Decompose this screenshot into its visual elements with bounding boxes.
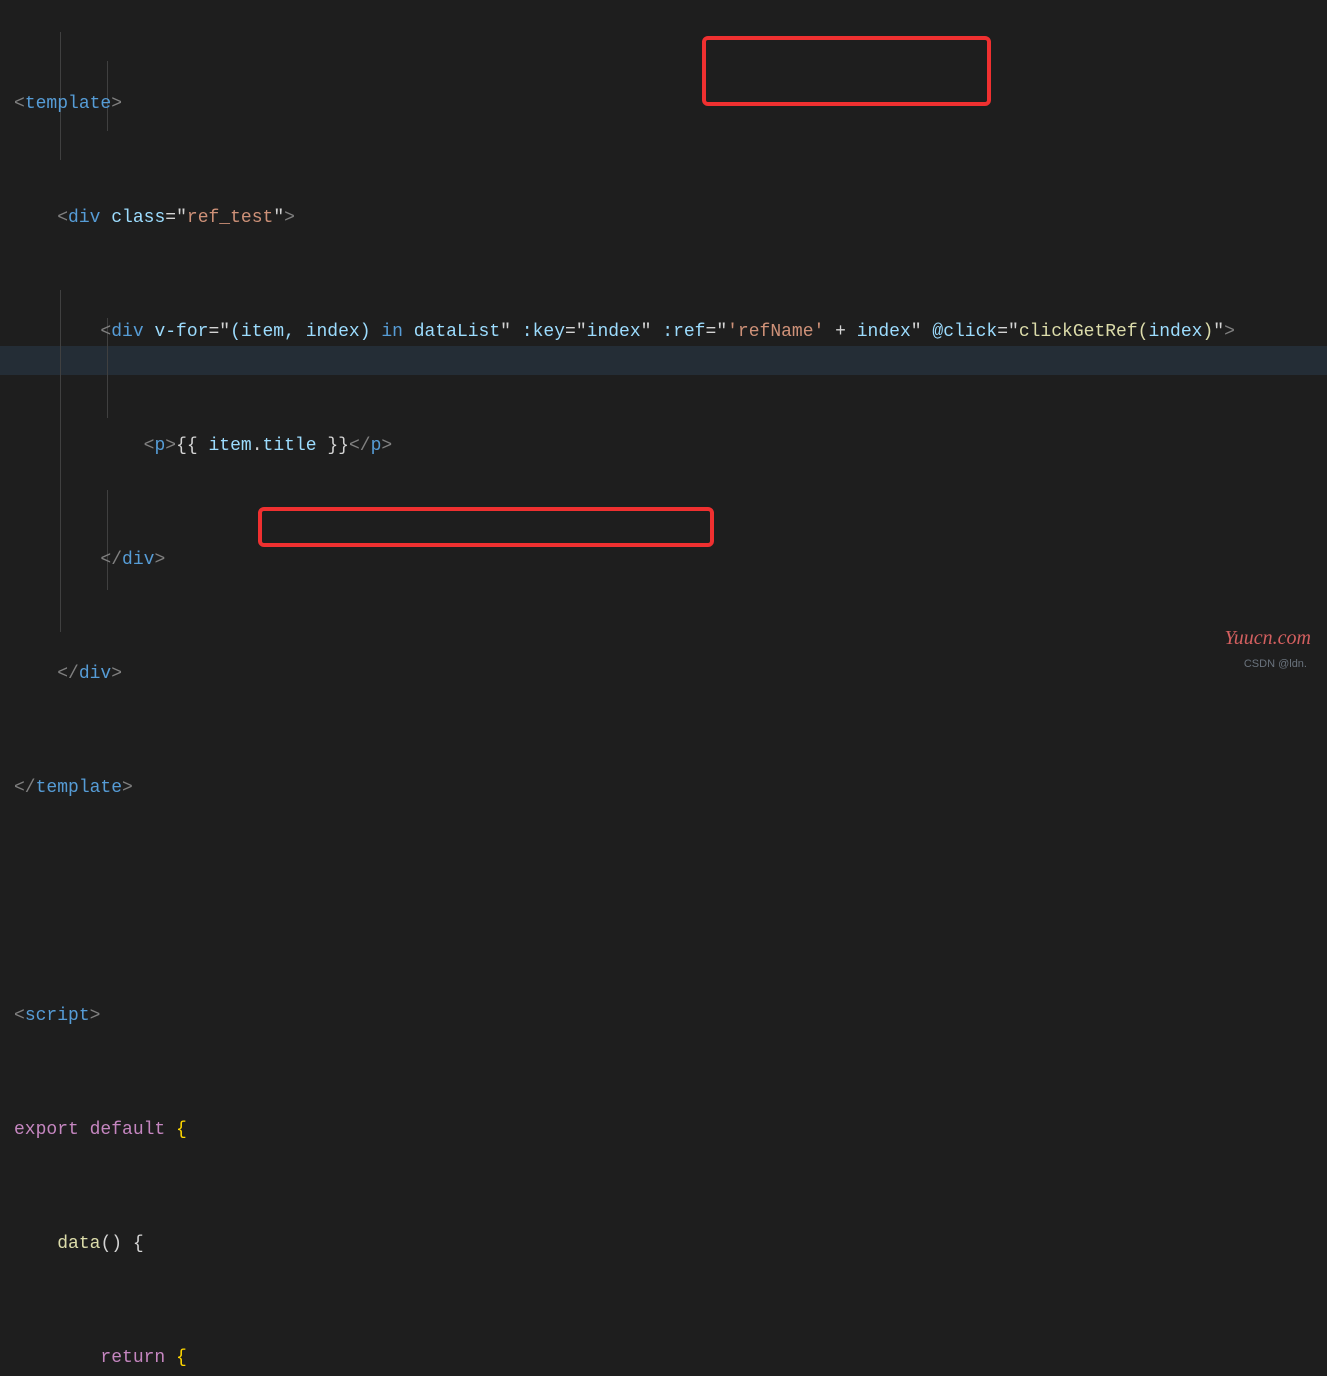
code-line[interactable]: export default { [14,1116,1235,1145]
code-line[interactable]: <div class="ref_test"> [14,204,1235,233]
code-line[interactable]: </div> [14,660,1235,689]
code-line[interactable] [14,888,1235,917]
watermark-csdn: CSDN @ldn. [1244,650,1307,679]
code-line[interactable]: <p>{{ item.title }}</p> [14,432,1235,461]
code-line[interactable]: return { [14,1344,1235,1373]
code-editor[interactable]: <template> <div class="ref_test"> <div v… [14,4,1235,1376]
code-line[interactable]: data() { [14,1230,1235,1259]
code-line[interactable]: </div> [14,546,1235,575]
code-line[interactable]: <script> [14,1002,1235,1031]
code-line[interactable]: <div v-for="(item, index) in dataList" :… [14,318,1235,347]
code-line[interactable]: <template> [14,90,1235,119]
indent-guide [107,490,108,590]
code-line[interactable]: </template> [14,774,1235,803]
watermark-site: Yuucn.com [1225,624,1311,653]
